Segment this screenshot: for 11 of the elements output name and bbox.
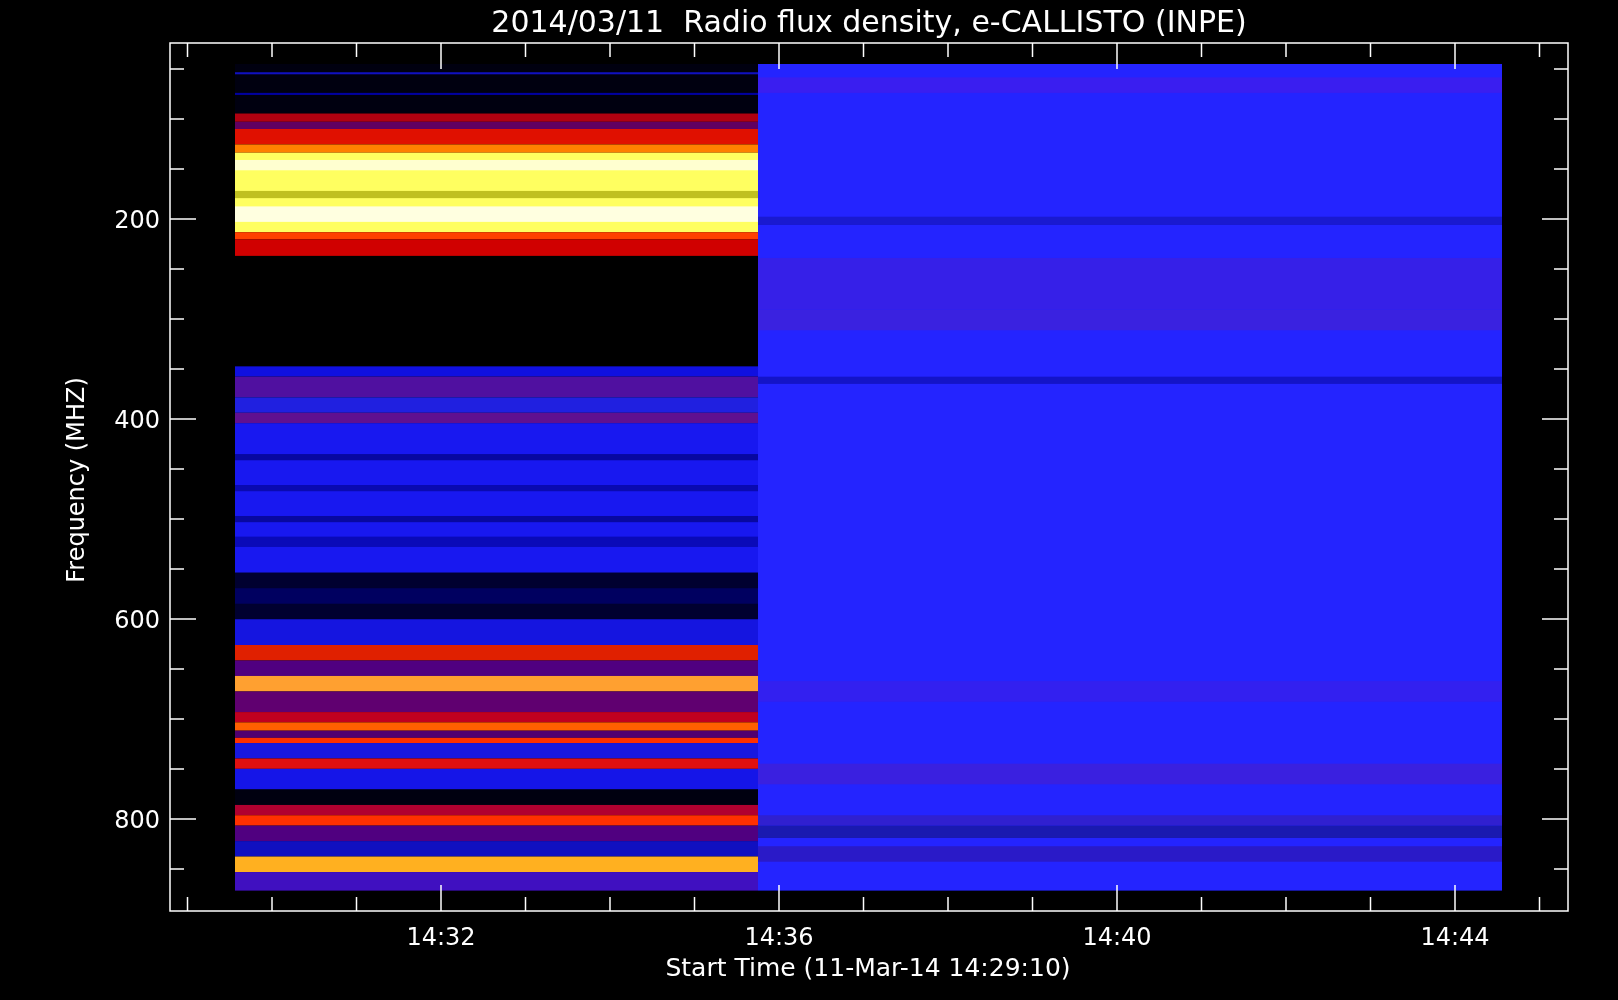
tick-label: 200: [114, 206, 160, 234]
tick-label: 600: [114, 606, 160, 634]
axis-label: Start Time (11-Mar-14 14:29:10): [665, 953, 1071, 982]
tick-label: 14:32: [406, 923, 476, 951]
tick-label: 14:36: [744, 923, 814, 951]
tick-label: 14:40: [1082, 923, 1152, 951]
axis-label: Frequency (MHZ): [62, 377, 90, 583]
tick-label: 400: [114, 406, 160, 434]
chart-title: 2014/03/11 Radio flux density, e-CALLISTO (INPE): [491, 4, 1247, 39]
tick-label: 800: [114, 806, 160, 834]
tick-label: 14:44: [1420, 923, 1490, 951]
